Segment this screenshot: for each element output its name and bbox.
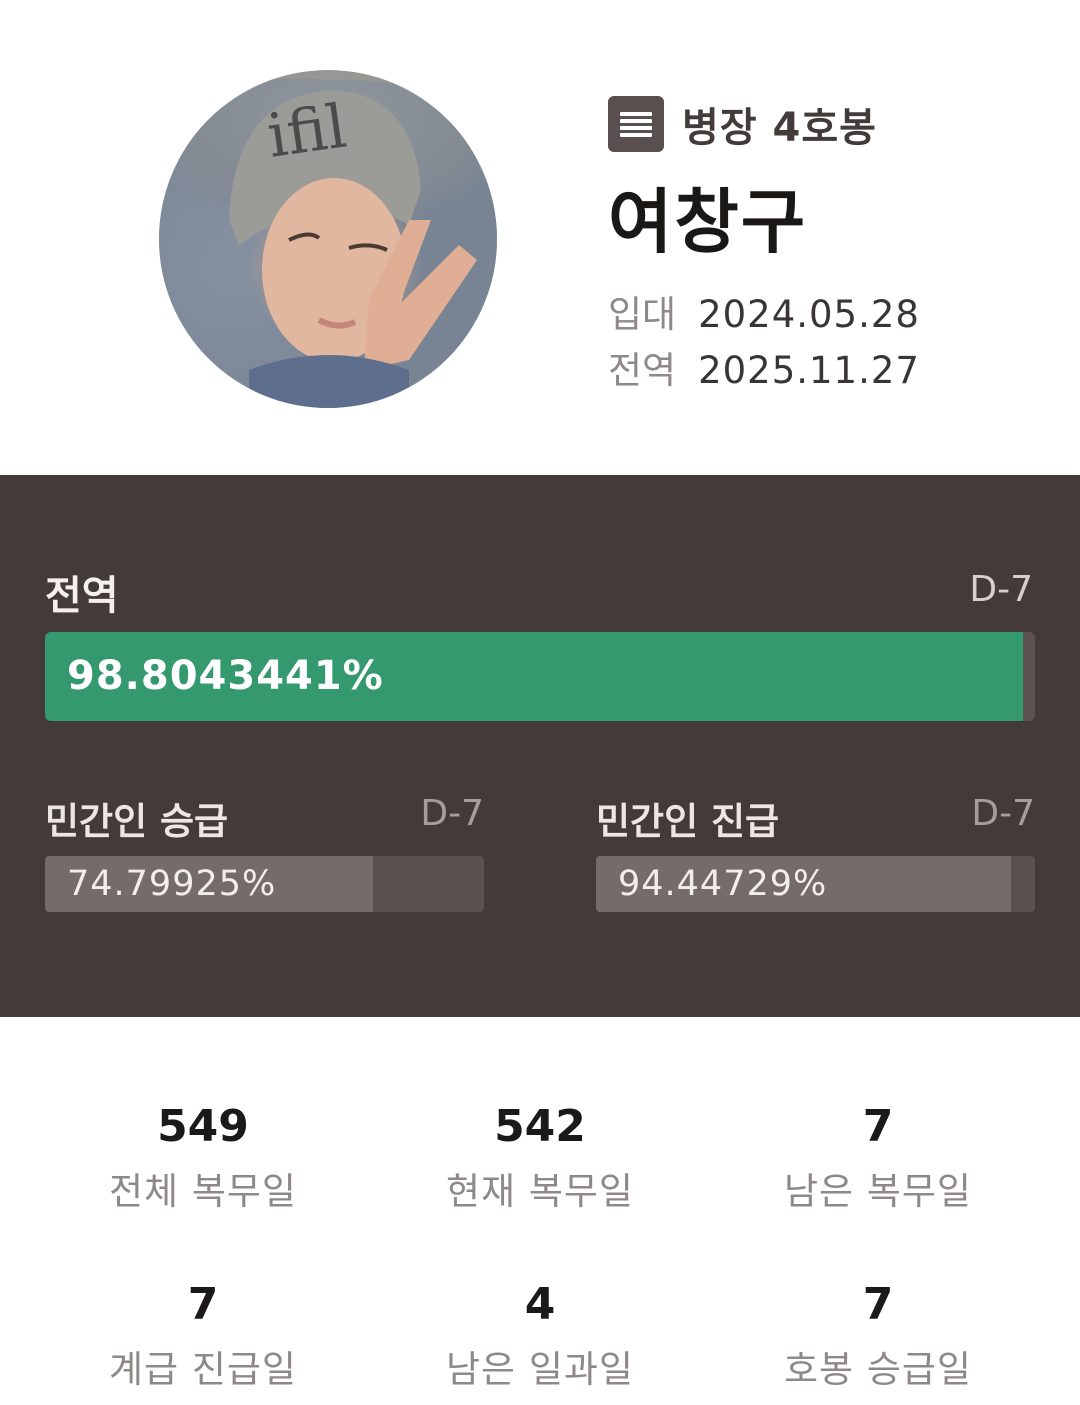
stat-total-days: 549 전체 복무일 [34, 1099, 372, 1215]
stat-rank-promotion-days: 7 계급 진급일 [34, 1277, 372, 1393]
civilian-promotion-dday: D-7 [420, 793, 484, 834]
svg-text:ifil: ifil [263, 91, 350, 171]
discharge-dday: D-7 [969, 569, 1033, 610]
rank-row: 병장 4호봉 [608, 96, 877, 152]
discharge-date-row: 전역 2025.11.27 [608, 340, 920, 394]
profile-avatar[interactable]: ifil [159, 70, 497, 408]
stat-remaining-days: 7 남은 복무일 [709, 1099, 1047, 1215]
stat-label: 현재 복무일 [446, 1170, 634, 1213]
stat-remaining-workdays: 4 남은 일과일 [371, 1277, 709, 1393]
civilian-advance-bar[interactable]: 94.44729% [596, 856, 1035, 912]
progress-panel: 전역 D-7 98.8043441% 민간인 승급 D-7 74.79925% … [0, 475, 1080, 1017]
stat-value: 542 [494, 1101, 586, 1152]
enlist-date: 2024.05.28 [698, 293, 920, 336]
stat-label: 호봉 승급일 [784, 1348, 972, 1391]
stat-label: 전체 복무일 [109, 1170, 297, 1213]
profile-header: ifil 병장 4호봉 여창구 입대 2024.05.28 전역 2025.11… [0, 0, 1080, 475]
service-stats: 549 전체 복무일 542 현재 복무일 7 남은 복무일 7 계급 진급일 … [0, 1017, 1080, 1405]
stat-label: 계급 진급일 [109, 1348, 297, 1391]
list-menu-icon-glyph [620, 112, 652, 137]
discharge-progress-bar[interactable]: 98.8043441% [45, 632, 1035, 721]
stat-label: 남은 일과일 [446, 1348, 634, 1391]
civilian-advance-percent: 94.44729% [618, 864, 828, 904]
civilian-advance-dday: D-7 [971, 793, 1035, 834]
stat-grade-step-days: 7 호봉 승급일 [709, 1277, 1047, 1393]
civilian-promotion-percent: 74.79925% [67, 864, 277, 904]
civilian-promotion-bar[interactable]: 74.79925% [45, 856, 484, 912]
discharge-date: 2025.11.27 [698, 349, 920, 392]
stat-value: 4 [524, 1279, 556, 1330]
profile-name: 여창구 [608, 181, 808, 263]
list-menu-icon[interactable] [608, 96, 664, 152]
stat-served-days: 542 현재 복무일 [371, 1099, 709, 1215]
rank-label: 병장 4호봉 [682, 105, 877, 151]
stat-value: 7 [862, 1101, 894, 1152]
discharge-progress-title: 전역 [45, 573, 119, 619]
stat-value: 7 [187, 1279, 219, 1330]
civilian-promotion-title: 민간인 승급 [45, 800, 229, 843]
stat-value: 7 [862, 1279, 894, 1330]
discharge-label: 전역 [608, 349, 677, 392]
enlist-date-row: 입대 2024.05.28 [608, 284, 920, 338]
civilian-advance-title: 민간인 진급 [596, 800, 780, 843]
avatar-photo: ifil [159, 78, 497, 408]
discharge-progress-percent: 98.8043441% [67, 653, 384, 699]
stat-label: 남은 복무일 [784, 1170, 972, 1213]
enlist-label: 입대 [608, 293, 677, 336]
stat-value: 549 [157, 1101, 249, 1152]
